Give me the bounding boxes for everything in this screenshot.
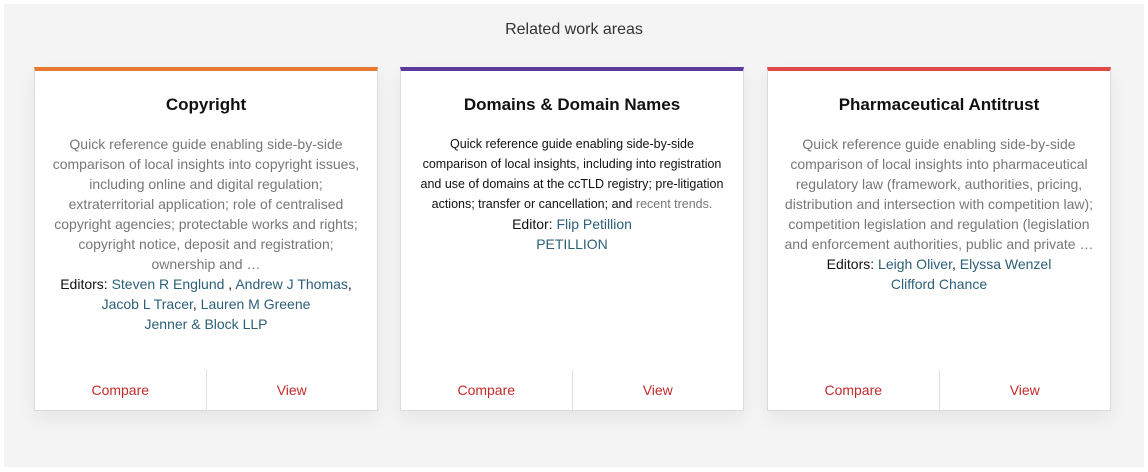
editors-label: Editors: [826, 256, 875, 272]
view-button[interactable]: View [938, 370, 1111, 410]
card-title: Pharmaceutical Antitrust [838, 95, 1040, 114]
card-description-block: Quick reference guide enabling side-by-s… [417, 134, 727, 254]
compare-button[interactable]: Compare [35, 370, 206, 410]
card-actions: Compare View [401, 370, 743, 410]
card-description-block: Quick reference guide enabling side-by-s… [51, 134, 361, 334]
card-title: Copyright [165, 95, 247, 114]
view-button[interactable]: View [205, 370, 378, 410]
work-area-card-domains: Domains & Domain Names Quick reference g… [400, 67, 744, 411]
card-description-block: Quick reference guide enabling side-by-s… [784, 134, 1094, 294]
editor-link[interactable]: Flip Petillion [556, 216, 631, 232]
card-description-tail: recent trends. [635, 197, 713, 211]
editors-label: Editors: [60, 276, 108, 292]
work-area-card-pharma-antitrust: Pharmaceutical Antitrust Quick reference… [767, 67, 1111, 411]
compare-button[interactable]: Compare [401, 370, 572, 410]
editors-label: Editor: [512, 216, 553, 232]
card-description: Quick reference guide enabling side-by-s… [784, 136, 1094, 252]
editor-link[interactable]: Jacob L Tracer [102, 296, 193, 312]
editors-line: Editors: Steven R Englund , Andrew J Tho… [51, 274, 361, 334]
card-description-wrap: Quick reference guide enabling side-by-s… [417, 134, 727, 214]
editors-line: Editors: Leigh Oliver, Elyssa Wenzel Cli… [784, 254, 1094, 294]
firm-name[interactable]: Clifford Chance [784, 274, 1094, 294]
related-work-areas-panel: Related work areas Copyright Quick refer… [4, 4, 1144, 467]
editor-link[interactable]: Andrew J Thomas [235, 276, 348, 292]
firm-name[interactable]: Jenner & Block LLP [51, 314, 361, 334]
editors-line: Editor: Flip Petillion PETILLION [417, 214, 727, 254]
card-actions: Compare View [768, 370, 1110, 410]
editor-link[interactable]: Steven R Englund [112, 276, 225, 292]
compare-button[interactable]: Compare [768, 370, 939, 410]
card-description: Quick reference guide enabling side-by-s… [52, 136, 360, 272]
view-button[interactable]: View [571, 370, 744, 410]
section-title: Related work areas [505, 21, 643, 38]
editor-link[interactable]: Lauren M Greene [201, 296, 311, 312]
editor-link[interactable]: Leigh Oliver [878, 256, 952, 272]
card-actions: Compare View [35, 370, 377, 410]
firm-name[interactable]: PETILLION [417, 234, 727, 254]
editor-link[interactable]: Elyssa Wenzel [960, 256, 1052, 272]
work-area-card-copyright: Copyright Quick reference guide enabling… [34, 67, 378, 411]
card-title: Domains & Domain Names [463, 95, 681, 114]
